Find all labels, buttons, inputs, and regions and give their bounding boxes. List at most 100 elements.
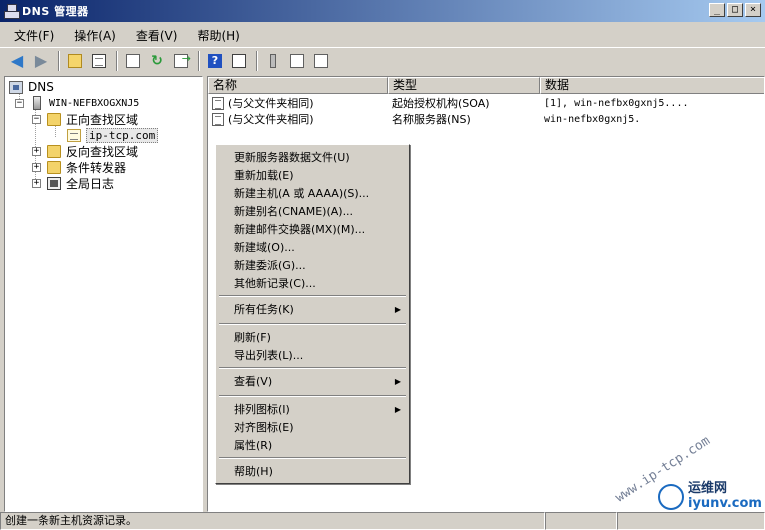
tree-label: 正向查找区域 xyxy=(66,112,139,127)
status-panel xyxy=(617,512,765,530)
tree-label: WIN-NEFBXOGXNJ5 xyxy=(49,97,140,109)
menu-label: 查看(V) xyxy=(234,375,273,388)
list-icon xyxy=(290,54,304,68)
table-row[interactable]: (与父文件夹相同) 名称服务器(NS) win-nefbx0gxnj5. xyxy=(212,111,762,127)
menu-help[interactable]: 帮助(H) xyxy=(187,25,249,46)
minimize-button[interactable]: _ xyxy=(709,3,725,17)
menu-new-mail-exchanger[interactable]: 新建邮件交换器(MX)(M)... xyxy=(216,221,409,239)
menu-new-alias[interactable]: 新建别名(CNAME)(A)... xyxy=(216,203,409,221)
toolbar-separator xyxy=(116,51,118,71)
back-arrow-icon: ◀ xyxy=(10,51,24,70)
menu-separator xyxy=(219,295,406,297)
folder-up-icon xyxy=(68,54,82,68)
properties-toolbar-button[interactable] xyxy=(122,50,144,72)
forward-button[interactable]: ▶ xyxy=(30,50,52,72)
expand-toggle[interactable]: + xyxy=(32,178,41,188)
document-icon xyxy=(126,54,140,68)
close-button[interactable]: × xyxy=(745,3,761,17)
expand-toggle[interactable]: + xyxy=(32,162,41,172)
refresh-toolbar-button[interactable]: ↻ xyxy=(146,50,168,72)
console-tree-icon xyxy=(92,54,106,68)
menu-update-server-data-files[interactable]: 更新服务器数据文件(U) xyxy=(216,149,409,167)
tree-item-reverse-zones[interactable]: + 反向查找区域 xyxy=(32,143,138,159)
records-icon xyxy=(314,54,328,68)
server-toolbar-button[interactable] xyxy=(262,50,284,72)
menu-new-delegation[interactable]: 新建委派(G)... xyxy=(216,257,409,275)
menu-action[interactable]: 操作(A) xyxy=(64,25,126,46)
tree-item-forwarders[interactable]: + 条件转发器 xyxy=(32,159,126,175)
export-list-button[interactable] xyxy=(170,50,192,72)
export-icon xyxy=(174,52,191,68)
column-header-data[interactable]: 数据 xyxy=(540,77,764,94)
title-bar: DNS 管理器 _ □ × xyxy=(0,0,765,22)
menu-separator xyxy=(219,323,406,325)
expand-toggle[interactable]: + xyxy=(32,146,41,156)
toolbar-separator xyxy=(198,51,200,71)
server-icon xyxy=(33,96,41,110)
collapse-toggle[interactable]: − xyxy=(32,114,41,124)
toolbar-separator xyxy=(58,51,60,71)
status-text: 创建一条新主机资源记录。 xyxy=(0,512,545,530)
menu-other-new-records[interactable]: 其他新记录(C)... xyxy=(216,275,409,293)
context-menu: 更新服务器数据文件(U) 重新加载(E) 新建主机(A 或 AAAA)(S)..… xyxy=(215,144,410,484)
console-tree[interactable]: DNS − WIN-NEFBXOGXNJ5 − 正向查找区域 ip-tcp.co… xyxy=(4,76,203,512)
records-toolbar-button[interactable] xyxy=(310,50,332,72)
tree-label-selected: ip-tcp.com xyxy=(86,127,159,143)
dns-app-icon xyxy=(4,4,20,19)
menu-new-host[interactable]: 新建主机(A 或 AAAA)(S)... xyxy=(216,185,409,203)
menu-separator xyxy=(219,367,406,369)
submenu-arrow-icon: ▶ xyxy=(394,377,401,386)
column-header-type[interactable]: 类型 xyxy=(388,77,540,94)
back-button[interactable]: ◀ xyxy=(6,50,28,72)
up-level-button[interactable] xyxy=(64,50,86,72)
menu-label: 所有任务(K) xyxy=(234,303,294,316)
record-icon xyxy=(212,96,224,110)
maximize-button[interactable]: □ xyxy=(727,3,743,17)
window-controls: _ □ × xyxy=(709,3,761,17)
menu-properties[interactable]: 属性(R) xyxy=(216,437,409,455)
record-name: (与父文件夹相同) xyxy=(228,113,314,126)
menu-export-list[interactable]: 导出列表(L)... xyxy=(216,347,409,365)
refresh-icon: ↻ xyxy=(151,53,163,69)
menu-view[interactable]: 查看(V) xyxy=(126,25,188,46)
menu-line-up-icons[interactable]: 对齐图标(E) xyxy=(216,419,409,437)
menu-separator xyxy=(219,395,406,397)
submenu-arrow-icon: ▶ xyxy=(394,405,401,414)
folder-icon xyxy=(47,160,61,174)
tree-label: 条件转发器 xyxy=(66,160,127,175)
tree-item-zone-ip-tcp[interactable]: ip-tcp.com xyxy=(67,127,159,143)
toolbar-separator xyxy=(256,51,258,71)
action-pane-button[interactable] xyxy=(228,50,250,72)
menu-view-sub[interactable]: 查看(V) ▶ xyxy=(216,373,409,391)
tree-item-forward-zones[interactable]: − 正向查找区域 xyxy=(32,111,138,127)
tree-item-server[interactable]: − WIN-NEFBXOGXNJ5 xyxy=(15,95,139,111)
menu-help-item[interactable]: 帮助(H) xyxy=(216,463,409,481)
menu-bar: 文件(F) 操作(A) 查看(V) 帮助(H) xyxy=(0,24,765,46)
menu-all-tasks[interactable]: 所有任务(K) ▶ xyxy=(216,301,409,319)
menu-separator xyxy=(219,457,406,459)
record-icon xyxy=(212,112,224,126)
menu-arrange-icons[interactable]: 排列图标(I) ▶ xyxy=(216,401,409,419)
show-hide-tree-button[interactable] xyxy=(88,50,110,72)
record-type: 起始授权机构(SOA) xyxy=(392,97,490,110)
tree-item-global-logs[interactable]: + 全局日志 xyxy=(32,175,114,191)
folder-icon xyxy=(47,112,61,126)
status-bar: 创建一条新主机资源记录。 xyxy=(0,512,765,530)
menu-refresh[interactable]: 刷新(F) xyxy=(216,329,409,347)
table-row[interactable]: (与父文件夹相同) 起始授权机构(SOA) [1], win-nefbx0gxn… xyxy=(212,95,762,111)
record-type: 名称服务器(NS) xyxy=(392,113,471,126)
help-toolbar-button[interactable]: ? xyxy=(204,50,226,72)
menu-file[interactable]: 文件(F) xyxy=(4,25,64,46)
window-title: DNS 管理器 xyxy=(22,5,89,18)
forward-arrow-icon: ▶ xyxy=(34,51,48,70)
list-toolbar-button[interactable] xyxy=(286,50,308,72)
zone-icon xyxy=(67,128,81,142)
tree-label: 全局日志 xyxy=(66,176,115,191)
tree-item-dns[interactable]: DNS xyxy=(9,79,54,95)
toolbar: ◀ ▶ ↻ ? xyxy=(0,47,765,74)
menu-new-domain[interactable]: 新建域(O)... xyxy=(216,239,409,257)
column-header-name[interactable]: 名称 xyxy=(208,77,388,94)
collapse-toggle[interactable]: − xyxy=(15,98,24,108)
submenu-arrow-icon: ▶ xyxy=(394,305,401,314)
menu-reload[interactable]: 重新加载(E) xyxy=(216,167,409,185)
